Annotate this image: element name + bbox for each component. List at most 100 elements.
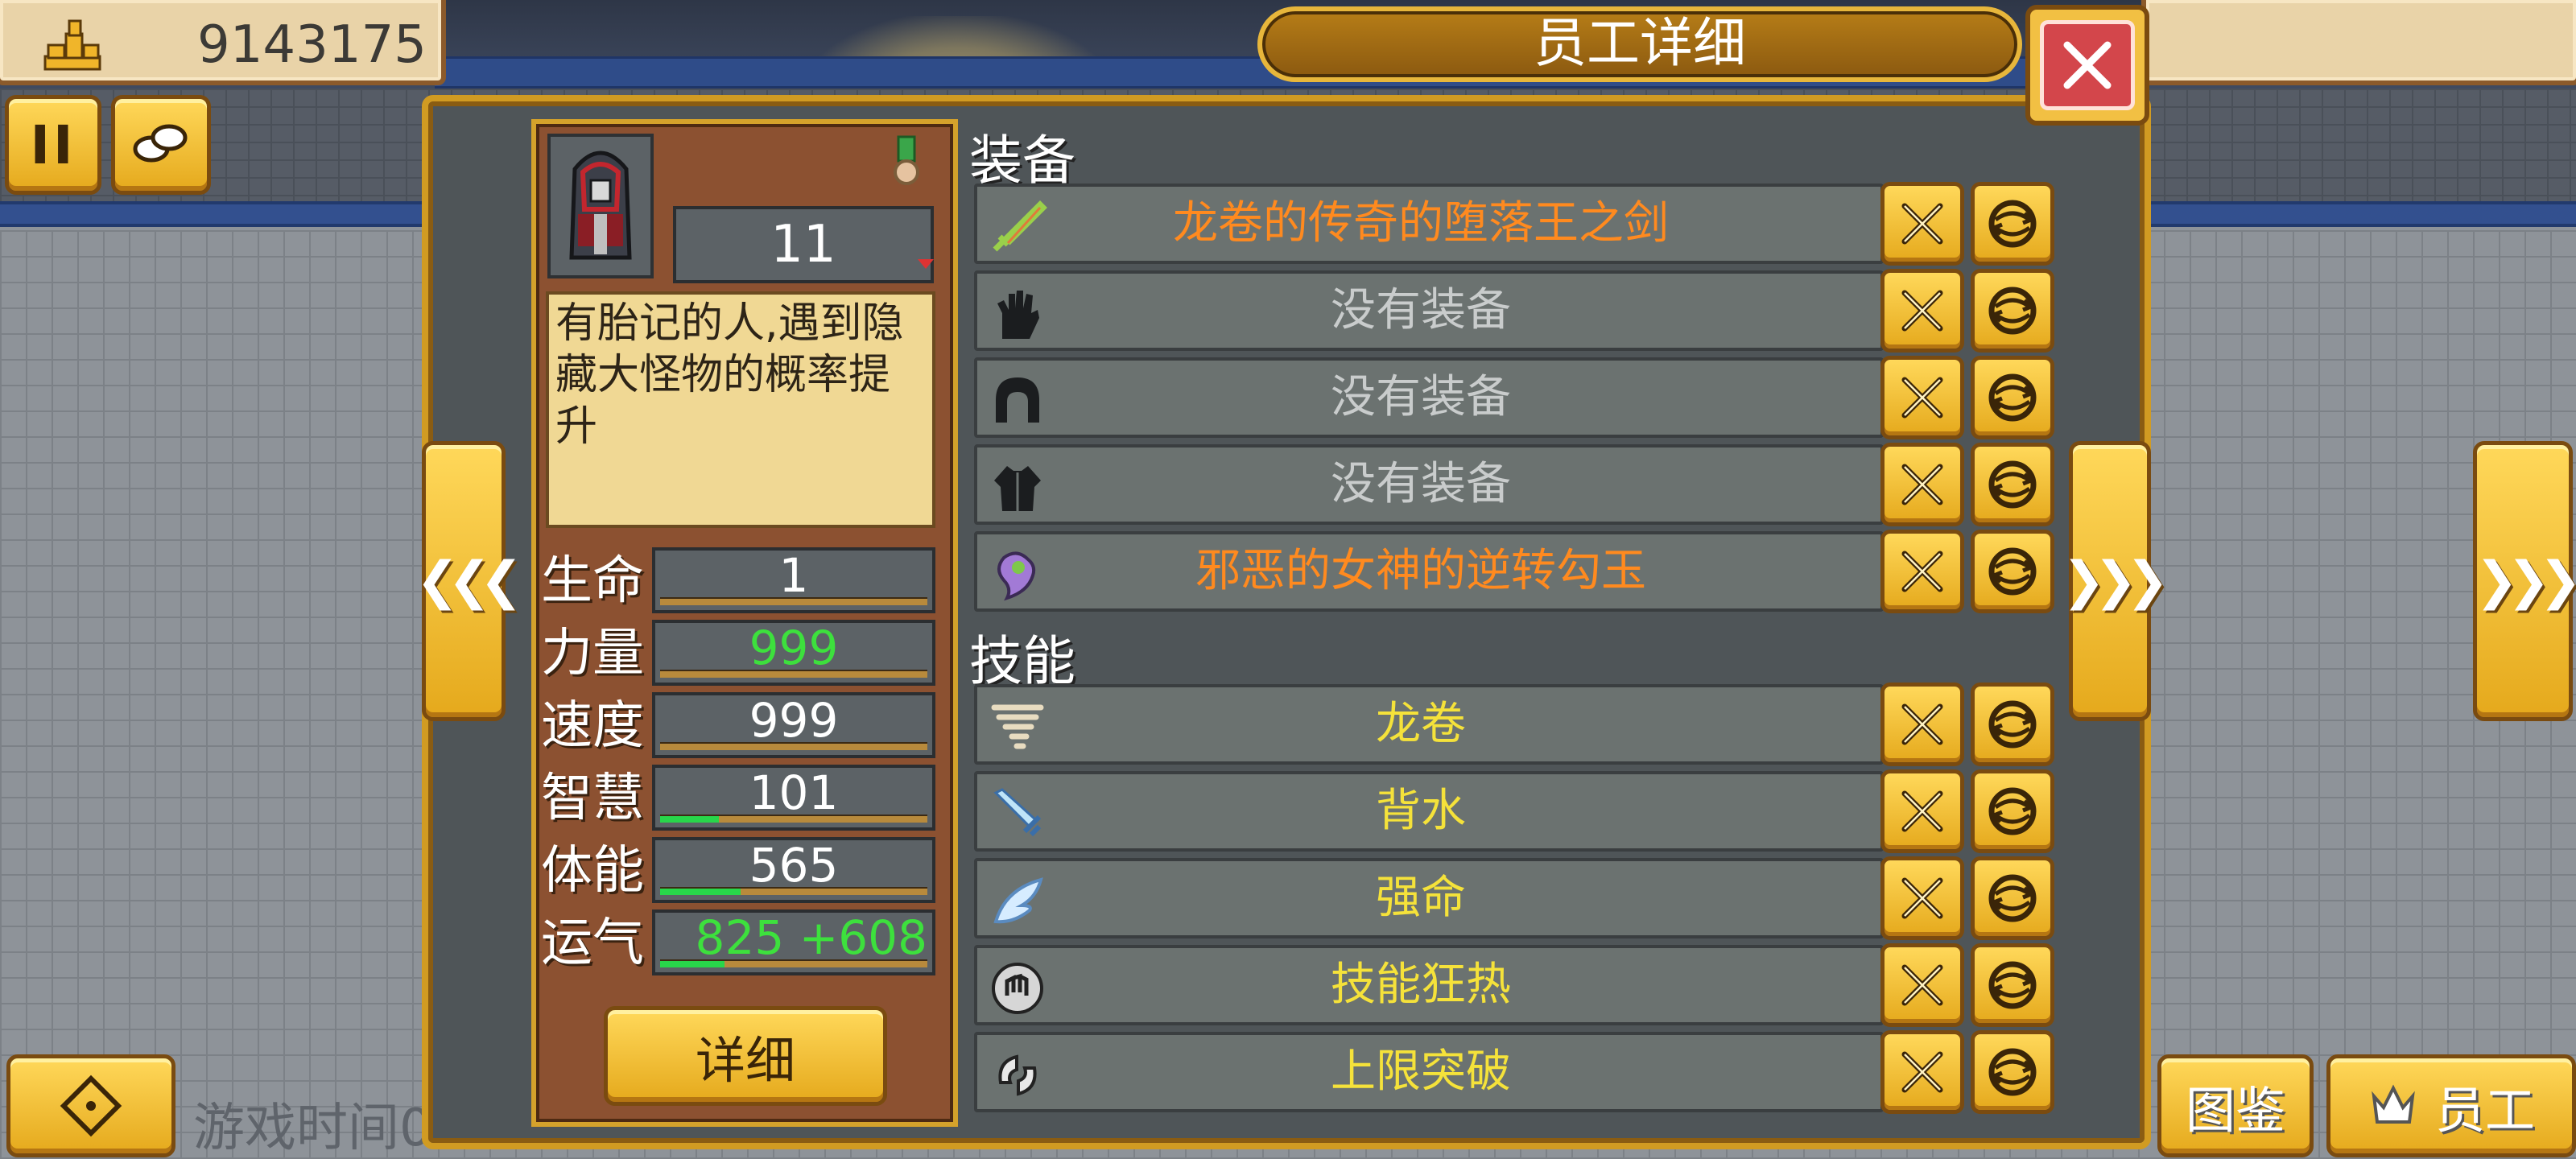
pause-icon: II bbox=[30, 113, 76, 176]
speed-button[interactable] bbox=[111, 95, 211, 195]
equipment-name: 龙卷的传奇的堕落王之剑 bbox=[1173, 197, 1669, 250]
stat-value: 565 bbox=[749, 838, 839, 893]
equipment-row[interactable]: 龙卷的传奇的堕落王之剑 bbox=[974, 184, 1884, 264]
equipment-name: 没有装备 bbox=[1331, 371, 1511, 423]
panel-title: 员工详细 bbox=[1257, 6, 2022, 82]
skill-row[interactable]: 龙卷 bbox=[974, 684, 1884, 765]
crown-icon bbox=[2372, 1084, 2415, 1124]
stat-luck: 825 +608 bbox=[652, 909, 935, 975]
unequip-icon bbox=[1901, 790, 1943, 832]
sword-icon bbox=[985, 195, 1050, 259]
skill-remove-button[interactable] bbox=[1880, 683, 1964, 766]
next-page-button[interactable]: ❯❯❯ bbox=[2473, 441, 2576, 721]
gold-stack-icon bbox=[40, 16, 105, 74]
double-right-arrow-icon: ❯❯❯ bbox=[2062, 551, 2169, 611]
tornado-icon bbox=[985, 695, 1050, 760]
double-right-arrow-icon: ❯❯❯ bbox=[2475, 551, 2576, 611]
equipment-heading: 装备 bbox=[969, 130, 1075, 192]
equipment-remove-button[interactable] bbox=[1880, 443, 1964, 526]
equipment-swap-button[interactable] bbox=[1971, 356, 2054, 439]
stat-value: 999 bbox=[749, 621, 839, 675]
swap-icon bbox=[1988, 373, 2037, 422]
swap-icon bbox=[1988, 287, 2037, 335]
staff-button[interactable]: 员工 bbox=[2326, 1054, 2576, 1157]
stat-bar-fill bbox=[660, 816, 720, 823]
equipment-row[interactable]: 邪恶的女神的逆转勾玉 bbox=[974, 531, 1884, 612]
equipment-remove-button[interactable] bbox=[1880, 356, 1964, 439]
equipment-row[interactable]: 没有装备 bbox=[974, 357, 1884, 438]
wing-icon bbox=[985, 869, 1050, 934]
swap-icon bbox=[1988, 874, 2037, 922]
stat-wisdom: 101 bbox=[652, 765, 935, 831]
guide-label: 图鉴 bbox=[2185, 1081, 2285, 1140]
glove-icon bbox=[985, 282, 1050, 346]
swap-icon bbox=[1988, 1048, 2037, 1096]
unequip-icon bbox=[1901, 290, 1943, 332]
skill-swap-button[interactable] bbox=[1971, 856, 2054, 940]
equipment-remove-button[interactable] bbox=[1880, 182, 1964, 266]
level-dropdown-icon bbox=[918, 259, 934, 269]
skill-row[interactable]: 背水 bbox=[974, 771, 1884, 852]
skills-heading: 技能 bbox=[969, 630, 1075, 692]
skill-swap-button[interactable] bbox=[1971, 943, 2054, 1027]
skill-remove-button[interactable] bbox=[1880, 856, 1964, 940]
swap-icon bbox=[1988, 547, 2037, 596]
skill-swap-button[interactable] bbox=[1971, 769, 2054, 853]
skill-swap-button[interactable] bbox=[1971, 683, 2054, 766]
equipment-row[interactable]: 没有装备 bbox=[974, 444, 1884, 525]
unequip-icon bbox=[1901, 703, 1943, 745]
unequip-icon bbox=[1901, 1051, 1943, 1093]
stat-label-wisdom: 智慧 bbox=[541, 769, 644, 828]
skill-remove-button[interactable] bbox=[1880, 943, 1964, 1027]
skill-row[interactable]: 技能狂热 bbox=[974, 945, 1884, 1025]
skill-swap-button[interactable] bbox=[1971, 1030, 2054, 1114]
stat-label-speed: 速度 bbox=[541, 696, 644, 756]
swap-icon bbox=[1988, 961, 2037, 1009]
skill-row[interactable]: 强命 bbox=[974, 858, 1884, 938]
stat-hp: 1 bbox=[652, 547, 935, 613]
equipment-swap-button[interactable] bbox=[1971, 269, 2054, 353]
speed-icon bbox=[133, 124, 188, 163]
skill-name: 强命 bbox=[1376, 872, 1466, 924]
equipment-name: 没有装备 bbox=[1331, 458, 1511, 510]
dpad-icon bbox=[60, 1074, 122, 1137]
swap-icon bbox=[1988, 460, 2037, 509]
skill-name: 龙卷 bbox=[1376, 698, 1466, 750]
previous-staff-button[interactable]: ❮❮❮ bbox=[416, 441, 522, 721]
next-staff-button[interactable]: ❯❯❯ bbox=[2062, 441, 2169, 721]
equipment-swap-button[interactable] bbox=[1971, 443, 2054, 526]
stat-label-luck: 运气 bbox=[541, 914, 644, 973]
skill-row[interactable]: 上限突破 bbox=[974, 1032, 1884, 1112]
unequip-icon bbox=[1901, 377, 1943, 419]
pause-button[interactable]: II bbox=[5, 95, 101, 195]
medal-icon bbox=[889, 135, 924, 188]
equipment-swap-button[interactable] bbox=[1971, 530, 2054, 613]
skill-remove-button[interactable] bbox=[1880, 1030, 1964, 1114]
detail-button-label: 详细 bbox=[695, 1031, 795, 1090]
close-button[interactable] bbox=[2025, 5, 2149, 126]
detail-button[interactable]: 详细 bbox=[604, 1006, 887, 1106]
equipment-remove-button[interactable] bbox=[1880, 530, 1964, 613]
equipment-remove-button[interactable] bbox=[1880, 269, 1964, 353]
helmet-icon bbox=[985, 369, 1050, 433]
stat-value: 999 bbox=[749, 693, 839, 748]
unequip-icon bbox=[1901, 203, 1943, 245]
magatama-icon bbox=[985, 542, 1050, 607]
equipment-row[interactable]: 没有装备 bbox=[974, 270, 1884, 351]
stat-strength: 999 bbox=[652, 620, 935, 686]
move-camera-button[interactable] bbox=[6, 1054, 175, 1157]
stat-bar-fill bbox=[660, 889, 741, 895]
equipment-name: 没有装备 bbox=[1331, 284, 1511, 336]
staff-label: 员工 bbox=[2434, 1081, 2535, 1140]
skill-remove-button[interactable] bbox=[1880, 769, 1964, 853]
skill-name: 上限突破 bbox=[1331, 1046, 1511, 1098]
game-time-label: 游戏时间0 bbox=[193, 1099, 432, 1158]
armor-icon bbox=[985, 456, 1050, 520]
guide-button[interactable]: 图鉴 bbox=[2157, 1054, 2314, 1157]
unequip-icon bbox=[1901, 551, 1943, 592]
skill-name: 背水 bbox=[1376, 785, 1466, 837]
stat-speed: 999 bbox=[652, 692, 935, 758]
equipment-swap-button[interactable] bbox=[1971, 182, 2054, 266]
stat-value: 101 bbox=[749, 765, 839, 820]
fist-icon bbox=[985, 956, 1050, 1021]
